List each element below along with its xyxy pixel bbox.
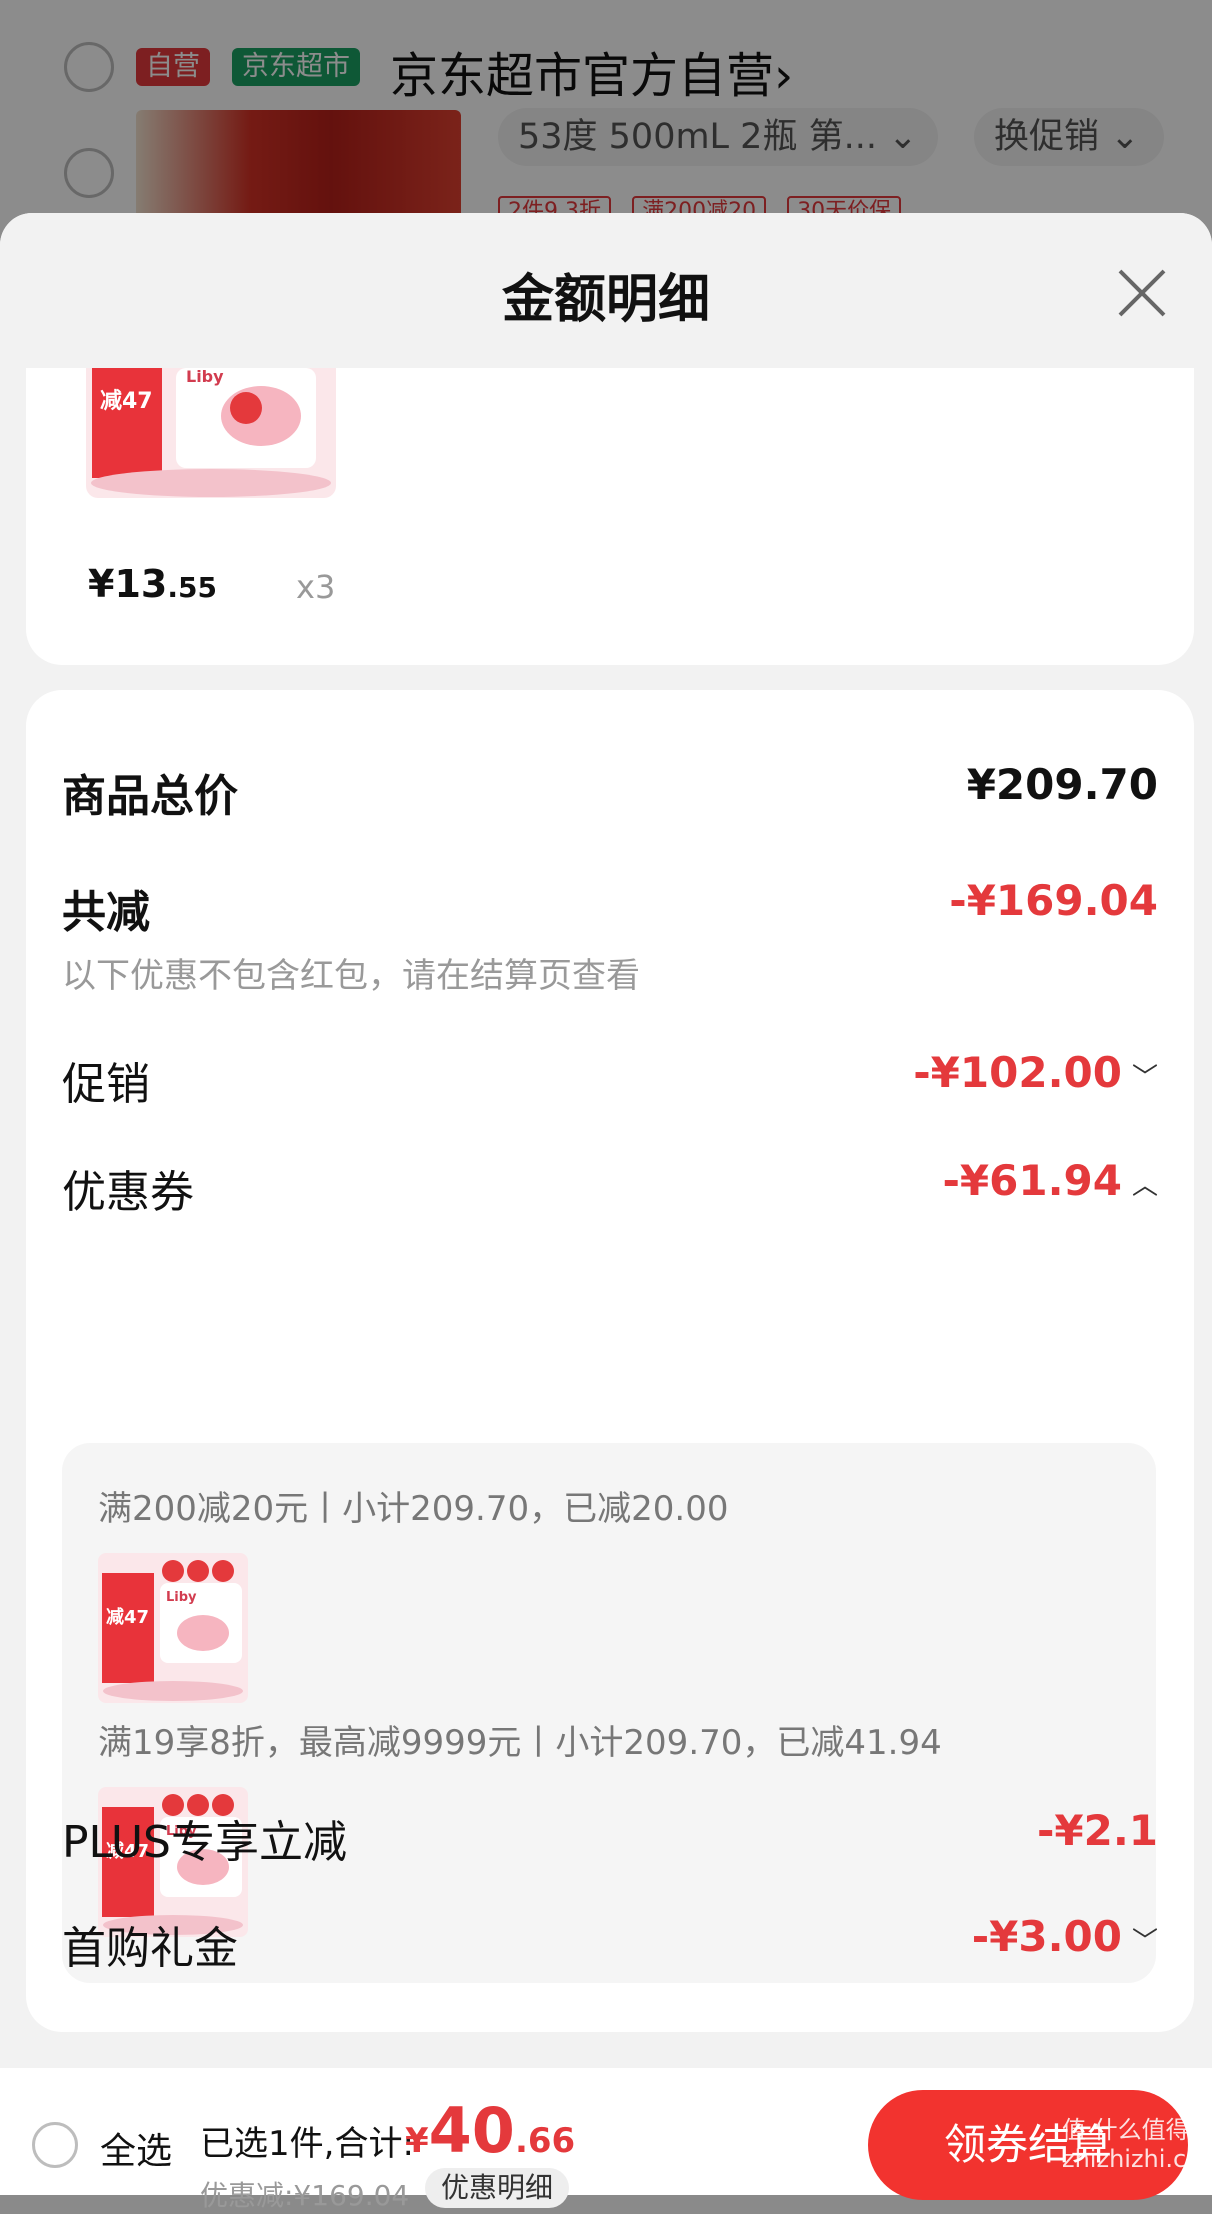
coupon-row[interactable]: 优惠券 -¥61.94 ︿ (62, 1156, 1158, 1226)
chevron-down-icon: ﹀ (1131, 1927, 1158, 1957)
select-all-radio[interactable] (32, 2122, 78, 2168)
first-gift-label: 首购礼金 (62, 1923, 238, 1974)
select-all-label[interactable]: 全选 (100, 2122, 172, 2174)
product-price: ¥13.55 (88, 562, 217, 606)
total-row: 商品总价 ¥209.70 (62, 760, 1158, 830)
red-packet-note: 以下优惠不包含红包，请在结算页查看 (62, 956, 640, 996)
product-image: 减47 Liby (98, 1553, 248, 1703)
watermark: 值 什么值得买 zhizhizhi.com (1062, 2116, 1212, 2173)
saved-amount: 优惠减:¥169.04 (200, 2179, 410, 2212)
coupon-detail-box: 满200减20元丨小计209.70，已减20.00 减47 Liby 满19享8… (62, 1443, 1156, 1983)
sheet-header: 金额明细 (0, 213, 1212, 368)
plus-value: -¥2.1 (1036, 1806, 1158, 1855)
promo-value: -¥102.00 ﹀ (913, 1048, 1158, 1097)
reduced-value: -¥169.04 (949, 876, 1158, 925)
coupon-value: -¥61.94 ︿ (942, 1156, 1158, 1205)
close-icon[interactable] (1112, 263, 1172, 323)
plus-row: PLUS专享立减 -¥2.1 (62, 1806, 1158, 1876)
thumb-brand-text: Liby (166, 1590, 197, 1605)
thumb-brand-text: Liby (186, 368, 224, 386)
promo-row[interactable]: 促销 -¥102.00 ﹀ (62, 1048, 1158, 1118)
total-value: ¥209.70 (966, 760, 1158, 809)
reduced-row: 共减 -¥169.04 (62, 876, 1158, 946)
price-summary-card: 商品总价 ¥209.70 共减 -¥169.04 以下优惠不包含红包，请在结算页… (26, 690, 1194, 2032)
thumb-badge-text: 减47 (100, 388, 153, 414)
coupon-detail-line: 满200减20元丨小计209.70，已减20.00 (98, 1489, 729, 1529)
product-image: 减47 Liby (86, 368, 336, 498)
first-gift-row[interactable]: 首购礼金 -¥3.00 ﹀ (62, 1912, 1158, 1982)
selected-count: 已选1件,合计: (200, 2124, 414, 2164)
chevron-down-icon: ﹀ (1131, 1063, 1158, 1093)
total-price: ¥40.66 (405, 2094, 576, 2167)
discount-detail-button[interactable]: 优惠明细 (425, 2168, 570, 2208)
reduced-label: 共减 (62, 887, 150, 938)
coupon-detail-line: 满19享8折，最高减9999元丨小计209.70，已减41.94 (98, 1723, 942, 1763)
total-label: 商品总价 (62, 771, 238, 822)
first-gift-value: -¥3.00 ﹀ (971, 1912, 1158, 1961)
sheet-title: 金额明细 (501, 270, 710, 330)
plus-label: PLUS专享立减 (62, 1817, 347, 1868)
checkout-bar: 全选 已选1件,合计: ¥40.66 优惠减:¥169.04 优惠明细 领券结算 (0, 2068, 1212, 2212)
chevron-up-icon: ︿ (1131, 1171, 1158, 1201)
promo-label: 促销 (62, 1059, 150, 1110)
product-card: 减47 Liby ¥13.55 x3 (26, 368, 1194, 665)
thumb-badge-text: 减47 (106, 1606, 149, 1628)
coupon-label: 优惠券 (62, 1167, 194, 1218)
product-quantity: x3 (296, 568, 336, 606)
amount-detail-sheet: 金额明细 减47 Liby ¥13.55 x3 商品总价 ¥209.70 共减 … (0, 213, 1212, 2195)
